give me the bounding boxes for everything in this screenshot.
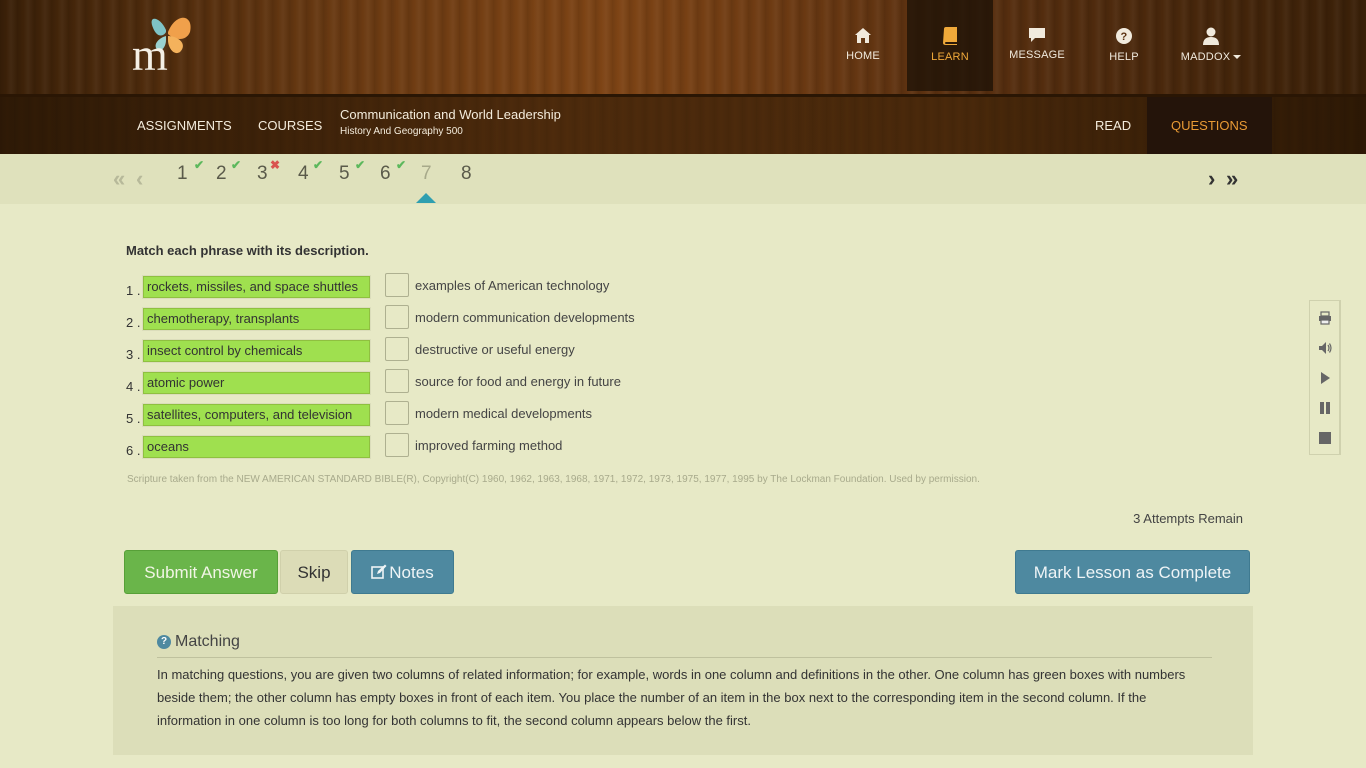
page-8[interactable]: 8 xyxy=(461,163,472,185)
answer-box[interactable] xyxy=(385,401,409,425)
side-toolbar xyxy=(1309,300,1341,455)
correct-check-icon: ✔ xyxy=(313,158,324,172)
question-circle-icon: ? xyxy=(157,634,171,649)
svg-text:?: ? xyxy=(1121,31,1128,43)
answer-box[interactable] xyxy=(385,369,409,393)
page-4[interactable]: 4 xyxy=(298,163,309,185)
question-prompt: Match each phrase with its description. xyxy=(126,243,369,258)
page-6[interactable]: 6 xyxy=(380,163,391,185)
message-icon xyxy=(1029,28,1045,42)
nav-learn-label: LEARN xyxy=(931,51,969,63)
page-3[interactable]: 3 xyxy=(257,163,268,185)
phrase-draggable[interactable]: atomic power xyxy=(143,372,370,394)
help-title-text: Matching xyxy=(175,633,240,650)
logo-icon[interactable]: m xyxy=(132,10,202,72)
copyright-notice: Scripture taken from the NEW AMERICAN ST… xyxy=(127,474,980,485)
nav-user-menu[interactable]: MADDOX xyxy=(1168,0,1254,91)
answer-box[interactable] xyxy=(385,273,409,297)
page-2[interactable]: 2 xyxy=(216,163,227,185)
submit-answer-button[interactable]: Submit Answer xyxy=(124,550,278,594)
phrase-draggable[interactable]: chemotherapy, transplants xyxy=(143,308,370,330)
stop-icon[interactable] xyxy=(1318,431,1332,445)
top-header: m HOME LEARN MESSAGE ? HELP MADDOX xyxy=(0,0,1366,97)
item-number: 1 . xyxy=(126,283,141,298)
questions-tab[interactable]: QUESTIONS xyxy=(1147,97,1272,154)
user-icon xyxy=(1203,27,1219,45)
course-subnav: ASSIGNMENTS COURSES Communication and Wo… xyxy=(0,97,1366,154)
item-number: 5 . xyxy=(126,411,141,426)
nav-user-label: MADDOX xyxy=(1168,51,1254,63)
item-number: 4 . xyxy=(126,379,141,394)
answer-box[interactable] xyxy=(385,433,409,457)
answer-box[interactable] xyxy=(385,337,409,361)
nav-help[interactable]: ? HELP xyxy=(1081,0,1167,91)
description-text: examples of American technology xyxy=(415,278,610,293)
page-5[interactable]: 5 xyxy=(339,163,350,185)
read-tab[interactable]: READ xyxy=(1095,97,1131,154)
home-icon xyxy=(855,28,871,43)
courses-link[interactable]: COURSES xyxy=(258,97,322,154)
correct-check-icon: ✔ xyxy=(355,158,366,172)
mark-complete-button[interactable]: Mark Lesson as Complete xyxy=(1015,550,1250,594)
phrase-draggable[interactable]: rockets, missiles, and space shuttles xyxy=(143,276,370,298)
last-page-icon[interactable]: » xyxy=(1226,166,1238,192)
chevron-down-icon xyxy=(1233,55,1242,60)
description-text: modern medical developments xyxy=(415,406,593,421)
prev-page-icon[interactable]: ‹ xyxy=(136,166,143,192)
volume-icon[interactable] xyxy=(1318,341,1332,355)
page-7-current[interactable]: 7 xyxy=(421,163,432,185)
current-page-indicator xyxy=(416,193,436,203)
description-text: modern communication developments xyxy=(415,310,635,325)
edit-icon xyxy=(371,564,387,579)
page-1[interactable]: 1 xyxy=(177,163,188,185)
book-icon xyxy=(943,27,957,45)
help-icon: ? xyxy=(1116,28,1132,44)
notes-button[interactable]: Notes xyxy=(351,550,454,594)
help-divider xyxy=(157,657,1212,658)
nav-help-label: HELP xyxy=(1109,51,1139,63)
question-pager xyxy=(0,154,1366,204)
item-number: 2 . xyxy=(126,315,141,330)
nav-learn[interactable]: LEARN xyxy=(907,0,993,91)
first-page-icon[interactable]: « xyxy=(113,166,125,192)
next-page-icon[interactable]: › xyxy=(1208,166,1215,192)
nav-message[interactable]: MESSAGE xyxy=(994,0,1080,91)
correct-check-icon: ✔ xyxy=(396,158,407,172)
description-text: source for food and energy in future xyxy=(415,374,621,389)
course-title: Communication and World Leadership xyxy=(340,107,561,122)
description-text: destructive or useful energy xyxy=(415,342,575,357)
correct-check-icon: ✔ xyxy=(194,158,205,172)
item-number: 3 . xyxy=(126,347,141,362)
incorrect-x-icon: ✖ xyxy=(270,158,281,172)
correct-check-icon: ✔ xyxy=(231,158,242,172)
help-text: In matching questions, you are given two… xyxy=(157,667,1186,728)
pause-icon[interactable] xyxy=(1318,401,1332,415)
skip-button[interactable]: Skip xyxy=(280,550,348,594)
phrase-draggable[interactable]: oceans xyxy=(143,436,370,458)
course-subtitle: History And Geography 500 xyxy=(340,126,463,137)
nav-message-label: MESSAGE xyxy=(1009,49,1065,61)
assignments-link[interactable]: ASSIGNMENTS xyxy=(137,97,232,154)
nav-home-label: HOME xyxy=(846,50,880,62)
attempts-remaining: 3 Attempts Remain xyxy=(1133,511,1243,526)
notes-label: Notes xyxy=(389,563,434,582)
phrase-draggable[interactable]: insect control by chemicals xyxy=(143,340,370,362)
svg-text:m: m xyxy=(132,29,168,72)
play-icon[interactable] xyxy=(1318,371,1332,385)
item-number: 6 . xyxy=(126,443,141,458)
answer-box[interactable] xyxy=(385,305,409,329)
phrase-draggable[interactable]: satellites, computers, and television xyxy=(143,404,370,426)
print-icon[interactable] xyxy=(1318,311,1332,325)
help-title: ? Matching xyxy=(157,633,240,651)
description-text: improved farming method xyxy=(415,438,563,453)
nav-home[interactable]: HOME xyxy=(820,0,906,91)
